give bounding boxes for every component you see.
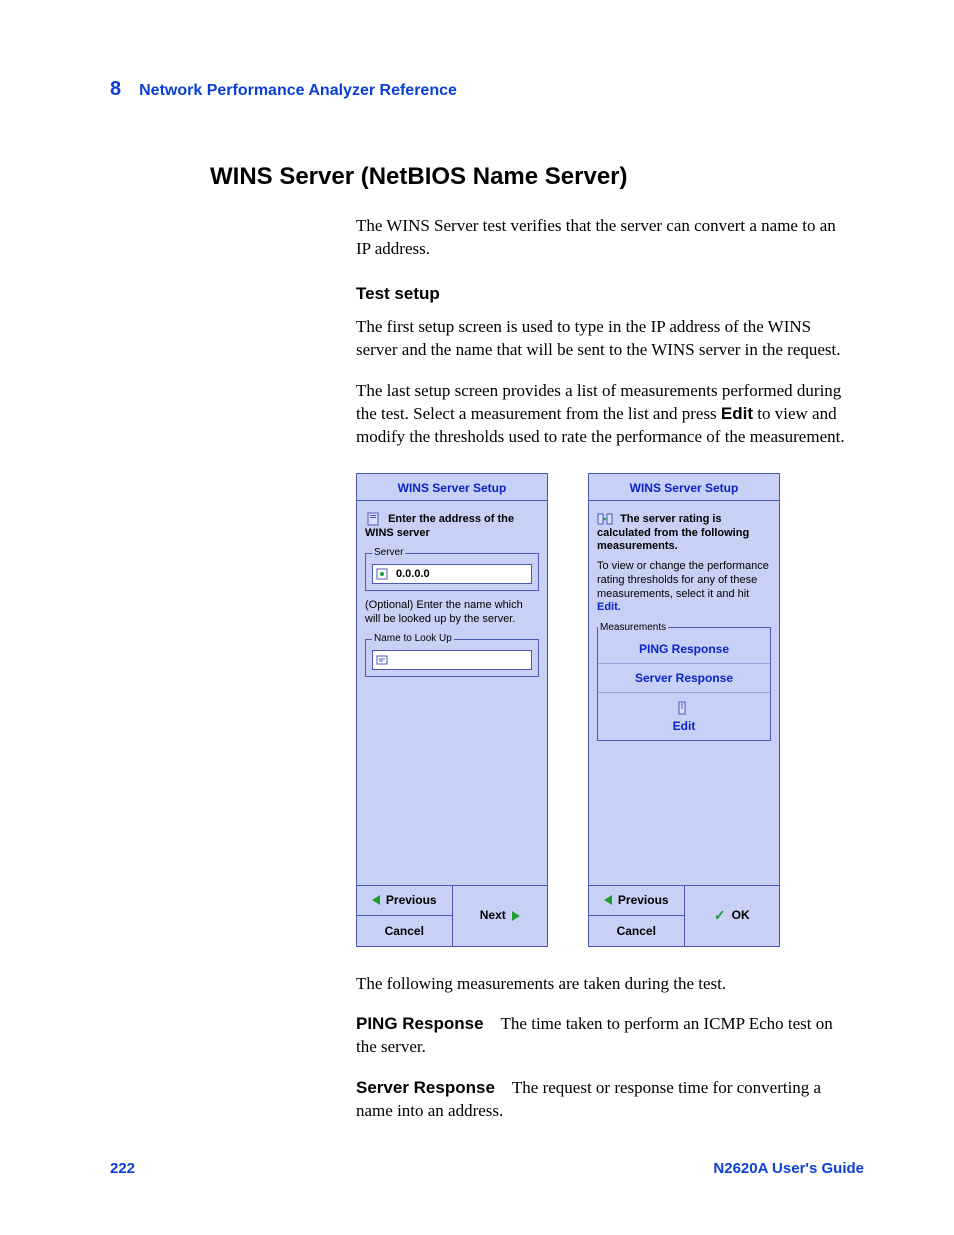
- paragraph-2-bold: Edit: [721, 404, 753, 423]
- definition-server-response: Server Response The request or response …: [356, 1077, 854, 1123]
- server-icon: [365, 511, 381, 527]
- panel-2-instruction-2: To view or change the performance rating…: [597, 560, 771, 615]
- page-footer: 222 N2620A User's Guide: [110, 1160, 864, 1177]
- paragraph-1: The first setup screen is used to type i…: [356, 316, 854, 362]
- server-address-input[interactable]: 0.0.0.0: [372, 564, 532, 584]
- edit-button[interactable]: Edit: [598, 692, 770, 740]
- subhead-test-setup: Test setup: [356, 283, 854, 306]
- cancel-button[interactable]: Cancel: [357, 915, 452, 946]
- name-lookup-input[interactable]: [372, 650, 532, 670]
- arrow-right-icon: [512, 911, 520, 921]
- def-term-1: PING Response: [356, 1014, 484, 1033]
- next-button[interactable]: Next: [453, 886, 548, 946]
- measurements-group: Measurements PING Response Server Respon…: [597, 621, 771, 741]
- after-figure-paragraph: The following measurements are taken dur…: [356, 973, 854, 996]
- page-number: 222: [110, 1160, 135, 1177]
- wins-setup-panel-1: WINS Server Setup Enter the address of t…: [356, 473, 548, 947]
- panel-1-instruction-2: (Optional) Enter the name which will be …: [365, 599, 539, 627]
- measurement-server-response[interactable]: Server Response: [598, 663, 770, 692]
- rating-icon: [597, 511, 613, 527]
- chapter-title: Network Performance Analyzer Reference: [139, 82, 457, 100]
- panel-2-instruction-1: The server rating is calculated from the…: [597, 511, 771, 555]
- name-lookup-group: Name to Look Up: [365, 632, 539, 677]
- intro-paragraph: The WINS Server test verifies that the s…: [356, 215, 854, 261]
- previous-button-2[interactable]: Previous: [589, 886, 684, 916]
- wins-setup-panel-2: WINS Server Setup The server rating is c…: [588, 473, 780, 947]
- paragraph-2: The last setup screen provides a list of…: [356, 380, 854, 449]
- section-title: WINS Server (NetBIOS Name Server): [210, 163, 864, 191]
- server-group-legend: Server: [372, 546, 405, 560]
- server-address-value: 0.0.0.0: [396, 567, 430, 582]
- check-icon: ✓: [714, 906, 726, 925]
- server-group: Server 0.0.0.0: [365, 546, 539, 591]
- arrow-left-icon: [372, 895, 380, 905]
- text-icon: [376, 654, 388, 666]
- panel-2-title: WINS Server Setup: [589, 474, 779, 501]
- host-icon: [376, 568, 388, 580]
- def-term-2: Server Response: [356, 1078, 495, 1097]
- edit-icon: [674, 700, 690, 716]
- measurement-ping-response[interactable]: PING Response: [598, 635, 770, 663]
- measurements-legend: Measurements: [598, 621, 668, 635]
- page-header: 8 Network Performance Analyzer Reference: [110, 78, 864, 101]
- ok-button[interactable]: ✓ OK: [685, 886, 780, 946]
- panel-1-title: WINS Server Setup: [357, 474, 547, 501]
- chapter-number: 8: [110, 78, 121, 101]
- name-lookup-legend: Name to Look Up: [372, 632, 454, 646]
- figure-row: WINS Server Setup Enter the address of t…: [356, 473, 854, 947]
- previous-button[interactable]: Previous: [357, 886, 452, 916]
- panel-1-instruction-1: Enter the address of the WINS server: [365, 511, 539, 541]
- guide-name: N2620A User's Guide: [713, 1160, 864, 1177]
- arrow-left-icon: [604, 895, 612, 905]
- definition-ping-response: PING Response The time taken to perform …: [356, 1013, 854, 1059]
- cancel-button-2[interactable]: Cancel: [589, 915, 684, 946]
